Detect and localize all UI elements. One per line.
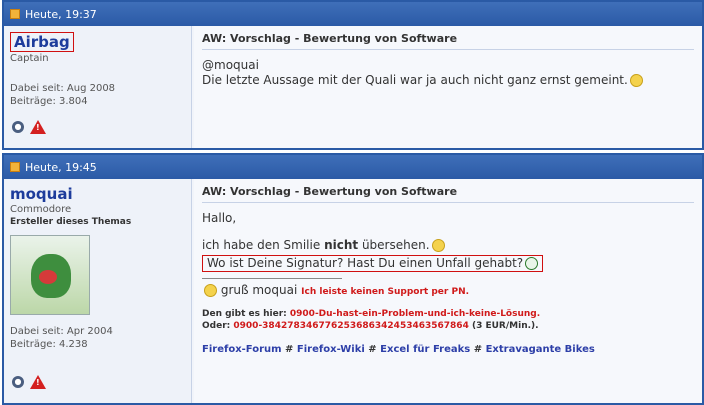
post-greeting: Hallo,: [202, 211, 237, 225]
link-firefox-wiki[interactable]: Firefox-Wiki: [297, 344, 365, 355]
signature-divider: [202, 278, 342, 279]
user-rank: Commodore: [10, 204, 72, 215]
warning-triangle-icon[interactable]: !: [30, 120, 46, 134]
profile-circle-icon[interactable]: ●: [12, 376, 24, 388]
user-joined: Dabei seit: Aug 2008: [10, 83, 116, 94]
smiley-icon: [629, 74, 643, 87]
avatar: [10, 235, 90, 315]
signature-links: Firefox-Forum # Firefox-Wiki # Excel für…: [202, 344, 595, 355]
post-header: Heute, 19:45: [4, 155, 702, 179]
warning-triangle-icon[interactable]: !: [30, 375, 46, 389]
user-rank: Captain: [10, 53, 49, 64]
username-link[interactable]: moquai: [10, 185, 73, 203]
post-content: AW: Vorschlag - Bewertung von Software H…: [194, 179, 702, 403]
user-post-count: Beiträge: 3.804: [10, 96, 88, 107]
post-subject: AW: Vorschlag - Bewertung von Software: [202, 185, 694, 203]
link-firefox-forum[interactable]: Firefox-Forum: [202, 344, 282, 355]
username-link[interactable]: Airbag: [10, 32, 74, 52]
post-subject: AW: Vorschlag - Bewertung von Software: [202, 32, 694, 50]
link-extravagante-bikes[interactable]: Extravagante Bikes: [486, 344, 595, 355]
post-header: Heute, 19:37: [4, 2, 702, 26]
user-post-count: Beiträge: 4.238: [10, 339, 88, 350]
post-2: Heute, 19:45 moquai Commodore Ersteller …: [2, 153, 704, 405]
post-body-line: ich habe den Smilie nicht übersehen.: [202, 238, 694, 253]
post-timestamp: Heute, 19:45: [25, 160, 97, 174]
user-info-panel: Airbag Captain Dabei seit: Aug 2008 Beit…: [4, 26, 192, 148]
topic-starter-label: Ersteller dieses Themas: [10, 217, 132, 227]
profile-circle-icon[interactable]: ●: [12, 121, 24, 133]
post-content: AW: Vorschlag - Bewertung von Software @…: [194, 26, 702, 148]
helmet-smiley-icon: [525, 257, 539, 270]
link-excel-freaks[interactable]: Excel für Freaks: [380, 344, 470, 355]
document-icon: [10, 9, 20, 19]
document-icon: [10, 162, 20, 172]
smiley-icon: [204, 284, 217, 297]
post-timestamp: Heute, 19:37: [25, 7, 97, 21]
signature-greeting: gruß moquai Ich leiste keinen Support pe…: [202, 283, 694, 300]
post-body-line: @moquai: [202, 58, 259, 72]
signature-link[interactable]: 0900-384278346776253686342453463567864: [233, 321, 468, 331]
post-1: Heute, 19:37 Airbag Captain Dabei seit: …: [2, 0, 704, 150]
user-joined: Dabei seit: Apr 2004: [10, 326, 113, 337]
highlighted-question: Wo ist Deine Signatur? Hast Du einen Unf…: [202, 255, 544, 272]
signature-link[interactable]: 0900-Du-hast-ein-Problem-und-ich-keine-L…: [290, 309, 540, 319]
signature-line: Oder: 0900-38427834677625368634245346356…: [202, 321, 539, 331]
signature-line: Den gibt es hier: 0900-Du-hast-ein-Probl…: [202, 309, 541, 319]
post-body-line: Die letzte Aussage mit der Quali war ja …: [202, 73, 694, 88]
user-info-panel: moquai Commodore Ersteller dieses Themas…: [4, 179, 192, 403]
smiley-icon: [431, 239, 445, 252]
